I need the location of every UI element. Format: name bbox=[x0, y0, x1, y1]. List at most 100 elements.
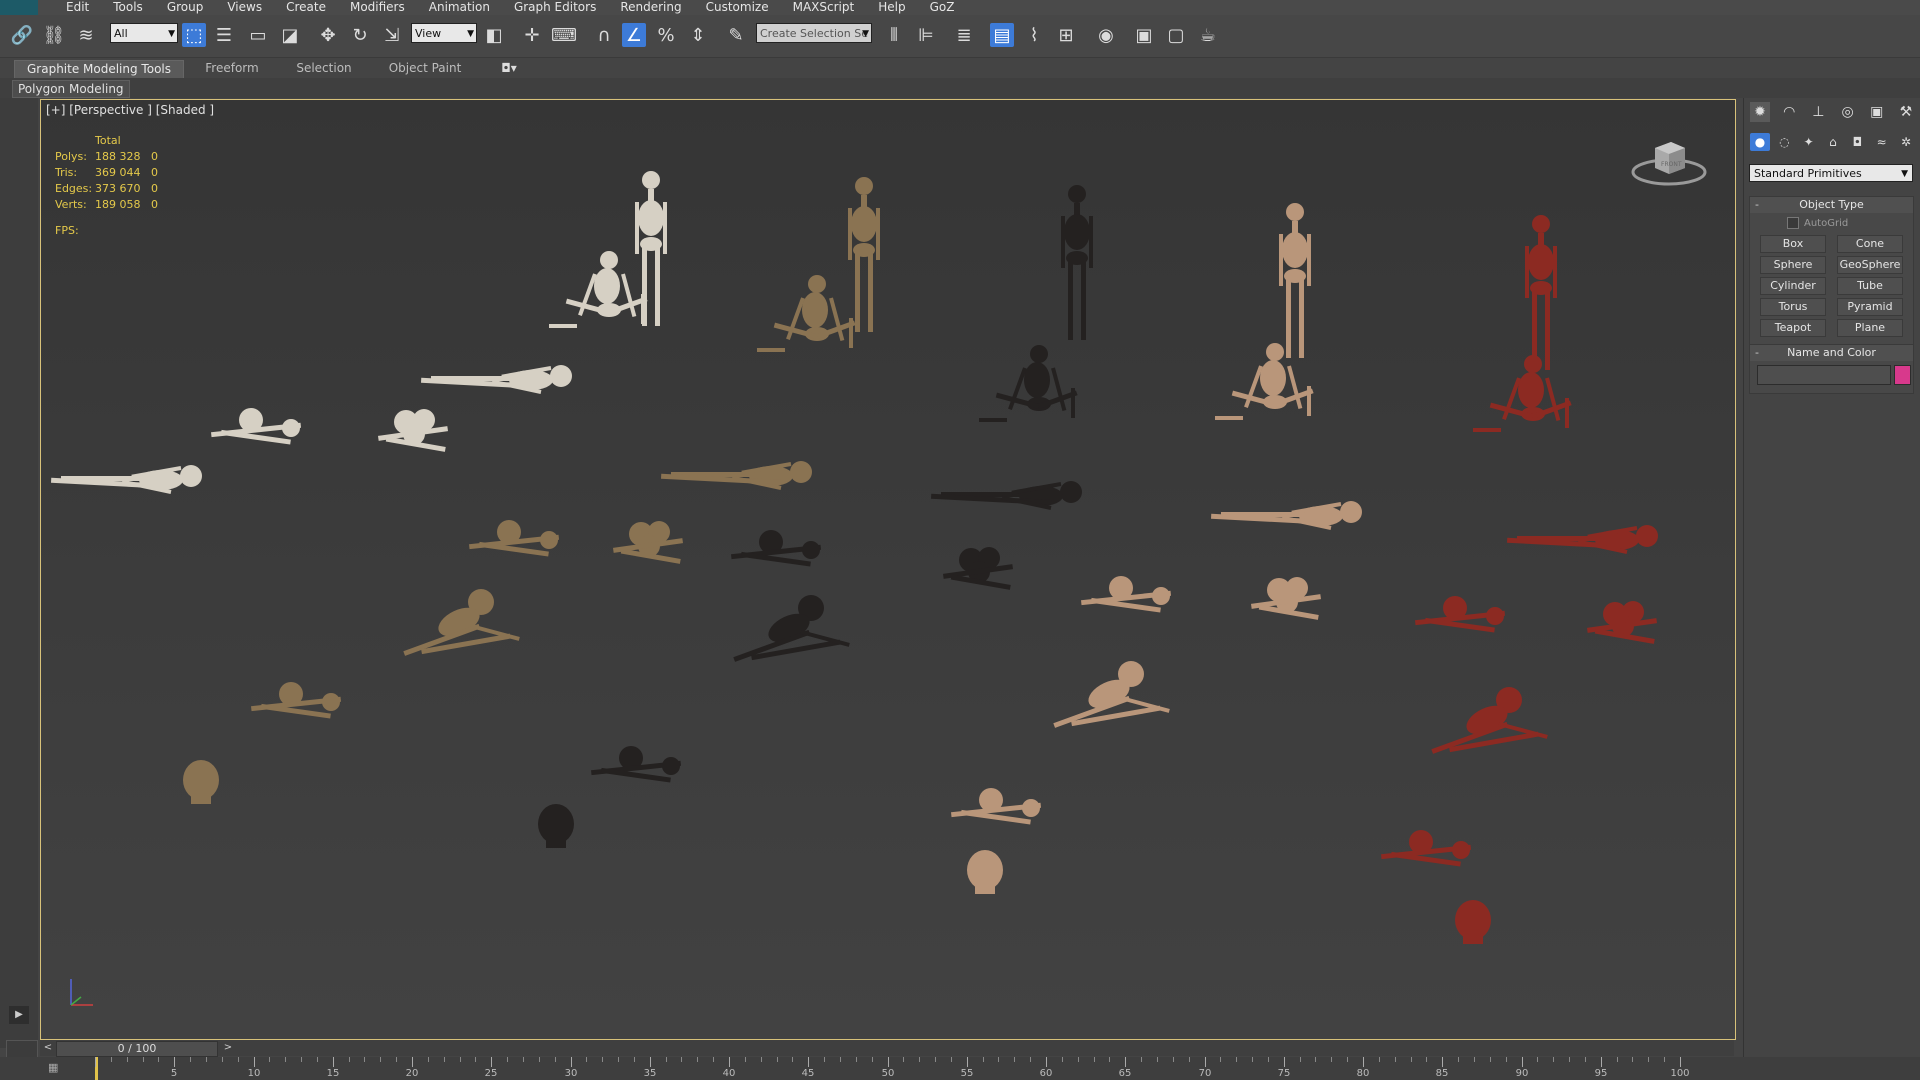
cylinder-button[interactable]: Cylinder bbox=[1760, 277, 1826, 295]
cone-button[interactable]: Cone bbox=[1837, 235, 1903, 253]
box-button[interactable]: Box bbox=[1760, 235, 1826, 253]
play-icon[interactable]: ▶ bbox=[9, 1006, 29, 1024]
rotate-icon[interactable]: ↻ bbox=[348, 23, 372, 47]
menu-rendering[interactable]: Rendering bbox=[608, 0, 693, 15]
plane-button[interactable]: Plane bbox=[1837, 319, 1903, 337]
modify-tab-icon[interactable]: ◠ bbox=[1779, 102, 1799, 122]
trackbar[interactable]: ▦ 5 10 15 20 25 30 35 40 45 50 55 60 65 70 75 80 85 90 95 1… bbox=[0, 1057, 1920, 1080]
systems-icon[interactable]: ✲ bbox=[1896, 133, 1916, 151]
object-name-field[interactable] bbox=[1757, 365, 1891, 385]
ribbon-toggle-icon[interactable]: ▤ bbox=[990, 23, 1014, 47]
teapot-button[interactable]: Teapot bbox=[1760, 319, 1826, 337]
spinner-snap-icon[interactable]: ⇕ bbox=[686, 23, 710, 47]
rendered-frame-icon[interactable]: ▢ bbox=[1164, 23, 1188, 47]
render-setup-icon[interactable]: ▣ bbox=[1132, 23, 1156, 47]
motion-tab-icon[interactable]: ◎ bbox=[1838, 102, 1858, 122]
display-tab-icon[interactable]: ▣ bbox=[1867, 102, 1887, 122]
angle-snap-icon[interactable]: ∠ bbox=[622, 23, 646, 47]
tab-freeform[interactable]: Freeform bbox=[192, 60, 272, 77]
select-manipulate-icon[interactable]: ✛ bbox=[520, 23, 544, 47]
shapes-icon[interactable]: ◌ bbox=[1774, 133, 1794, 151]
checkbox-icon[interactable] bbox=[1787, 217, 1799, 229]
pyramid-button[interactable]: Pyramid bbox=[1837, 298, 1903, 316]
tab-object-paint[interactable]: Object Paint bbox=[380, 60, 470, 77]
material-editor-icon[interactable]: ◉ bbox=[1094, 23, 1118, 47]
menu-edit[interactable]: Edit bbox=[54, 0, 101, 15]
lights-icon[interactable]: ✦ bbox=[1799, 133, 1819, 151]
select-by-name-icon[interactable]: ☰ bbox=[212, 23, 236, 47]
object-type-header[interactable]: - Object Type bbox=[1750, 197, 1913, 213]
percent-snap-icon[interactable]: % bbox=[654, 23, 678, 47]
menu-modifiers[interactable]: Modifiers bbox=[338, 0, 417, 15]
menu-customize[interactable]: Customize bbox=[694, 0, 781, 15]
named-selection-dropdown[interactable]: Create Selection Se ▼ bbox=[756, 23, 872, 43]
space-warps-icon[interactable]: ≈ bbox=[1872, 133, 1892, 151]
create-tab-icon[interactable]: ✹ bbox=[1750, 102, 1770, 122]
rect-selection-region-icon[interactable]: ▭ bbox=[246, 23, 270, 47]
menu-group[interactable]: Group bbox=[155, 0, 216, 15]
menu-help[interactable]: Help bbox=[866, 0, 917, 15]
ribbon-options-icon[interactable]: ◘▾ bbox=[494, 60, 524, 77]
object-color-swatch[interactable] bbox=[1894, 365, 1911, 385]
geosphere-button[interactable]: GeoSphere bbox=[1837, 256, 1903, 274]
unlink-icon[interactable]: ⛓ bbox=[42, 23, 66, 47]
snaps-toggle-icon[interactable]: ∩ bbox=[592, 23, 616, 47]
ruler-tick bbox=[1648, 1057, 1649, 1062]
tube-button[interactable]: Tube bbox=[1837, 277, 1903, 295]
curve-editor-mini-icon[interactable]: ▦ bbox=[48, 1061, 66, 1075]
pivot-center-icon[interactable]: ◧ bbox=[482, 23, 506, 47]
curve-editor-icon[interactable]: ⌇ bbox=[1022, 23, 1046, 47]
layer-manager-icon[interactable]: ≣ bbox=[952, 23, 976, 47]
tab-selection[interactable]: Selection bbox=[284, 60, 364, 77]
time-slider-thumb[interactable]: 0 / 100 bbox=[56, 1041, 218, 1057]
tab-graphite-modeling-tools[interactable]: Graphite Modeling Tools bbox=[14, 60, 184, 78]
menu-create[interactable]: Create bbox=[274, 0, 338, 15]
link-icon[interactable]: 🔗 bbox=[10, 23, 34, 47]
collapse-icon[interactable]: - bbox=[1755, 345, 1759, 361]
torus-button[interactable]: Torus bbox=[1760, 298, 1826, 316]
helpers-icon[interactable]: ◘ bbox=[1847, 133, 1867, 151]
ruler-tick bbox=[1617, 1057, 1618, 1062]
collapse-icon[interactable]: - bbox=[1755, 197, 1759, 213]
polygon-modeling-label[interactable]: Polygon Modeling bbox=[12, 80, 130, 98]
schematic-view-icon[interactable]: ⊞ bbox=[1054, 23, 1078, 47]
name-and-color-header[interactable]: - Name and Color bbox=[1750, 345, 1913, 361]
menu-maxscript[interactable]: MAXScript bbox=[781, 0, 867, 15]
selection-filter-dropdown[interactable]: All ▼ bbox=[110, 23, 178, 43]
ruler-label: 85 bbox=[1435, 1068, 1449, 1079]
ruler-tick bbox=[507, 1057, 508, 1062]
align-icon[interactable]: ⊫ bbox=[914, 23, 938, 47]
frame-ruler[interactable]: 5 10 15 20 25 30 35 40 45 50 55 60 65 70 75 80 85 90 95 100 bbox=[95, 1057, 1695, 1080]
autogrid-checkbox[interactable]: AutoGrid bbox=[1787, 217, 1848, 229]
select-object-icon[interactable]: ⬚ bbox=[182, 23, 206, 47]
scale-icon[interactable]: ⇲ bbox=[380, 23, 404, 47]
named-selection-placeholder: Create Selection Se bbox=[760, 27, 868, 40]
menu-graph-editors[interactable]: Graph Editors bbox=[502, 0, 608, 15]
app-logo-icon[interactable] bbox=[0, 0, 38, 15]
ruler-tick bbox=[729, 1057, 730, 1067]
ruler-tick bbox=[951, 1057, 952, 1062]
hierarchy-tab-icon[interactable]: ⊥ bbox=[1808, 102, 1828, 122]
chevron-right-icon[interactable]: > bbox=[222, 1041, 234, 1055]
menu-animation[interactable]: Animation bbox=[417, 0, 502, 15]
chevron-left-icon[interactable]: < bbox=[42, 1041, 54, 1055]
keyboard-shortcut-icon[interactable]: ⌨ bbox=[551, 23, 577, 47]
render-production-icon[interactable]: ☕ bbox=[1196, 23, 1220, 47]
move-icon[interactable]: ✥ bbox=[316, 23, 340, 47]
ruler-tick bbox=[777, 1057, 778, 1062]
window-crossing-icon[interactable]: ◪ bbox=[278, 23, 302, 47]
edit-named-selection-icon[interactable]: ✎ bbox=[724, 23, 748, 47]
geometry-icon[interactable]: ● bbox=[1750, 133, 1770, 151]
perspective-viewport[interactable]: [+] [Perspective ] [Shaded ] Total Polys… bbox=[40, 99, 1736, 1040]
bind-space-warp-icon[interactable]: ≋ bbox=[74, 23, 98, 47]
menu-views[interactable]: Views bbox=[215, 0, 274, 15]
cameras-icon[interactable]: ⌂ bbox=[1823, 133, 1843, 151]
category-dropdown[interactable]: Standard Primitives ▼ bbox=[1749, 164, 1913, 182]
mirror-icon[interactable]: ⫴ bbox=[882, 23, 906, 47]
reference-coord-dropdown[interactable]: View ▼ bbox=[411, 23, 477, 43]
utilities-tab-icon[interactable]: ⚒ bbox=[1896, 102, 1916, 122]
time-slider[interactable]: < 0 / 100 > bbox=[40, 1040, 1734, 1057]
menu-goz[interactable]: GoZ bbox=[918, 0, 967, 15]
menu-tools[interactable]: Tools bbox=[101, 0, 155, 15]
sphere-button[interactable]: Sphere bbox=[1760, 256, 1826, 274]
